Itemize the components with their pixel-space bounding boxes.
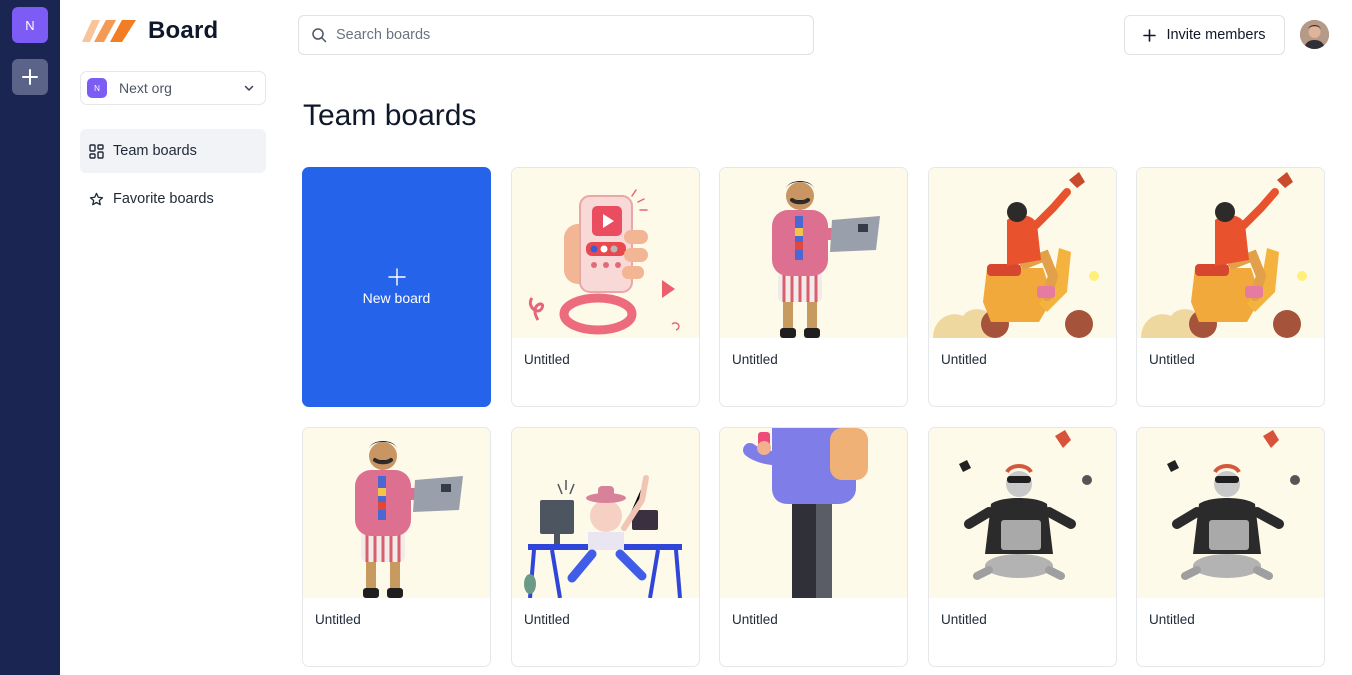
user-avatar-image bbox=[1300, 20, 1329, 49]
logo-text: Board bbox=[148, 17, 219, 44]
board-title: Untitled bbox=[315, 612, 361, 627]
board-title: Untitled bbox=[524, 612, 570, 627]
board-card[interactable]: Untitled bbox=[511, 167, 700, 407]
robot-laptop-illustration bbox=[959, 430, 1092, 580]
board-card[interactable]: Untitled bbox=[511, 427, 700, 667]
nav-item-label: Team boards bbox=[113, 143, 197, 159]
person-phone-illustration bbox=[743, 428, 868, 598]
board-title: Untitled bbox=[941, 612, 987, 627]
invite-members-button[interactable]: Invite members bbox=[1124, 15, 1285, 55]
logo[interactable]: Board bbox=[80, 17, 218, 45]
layout-grid-icon bbox=[89, 143, 104, 159]
board-title: Untitled bbox=[1149, 352, 1195, 367]
hand-phone-illustration bbox=[528, 189, 680, 335]
org-initial: N bbox=[25, 17, 35, 33]
search-bar[interactable] bbox=[298, 15, 814, 55]
board-title: Untitled bbox=[732, 612, 778, 627]
logo-icon bbox=[82, 20, 136, 42]
plus-icon bbox=[22, 69, 38, 85]
search-input[interactable] bbox=[336, 27, 776, 43]
board-card[interactable]: Untitled bbox=[1136, 167, 1325, 407]
org-avatar: N bbox=[87, 78, 107, 98]
board-title: Untitled bbox=[1149, 612, 1195, 627]
board-thumbnail bbox=[512, 428, 699, 598]
board-card[interactable]: Untitled bbox=[928, 167, 1117, 407]
org-switcher[interactable]: N Next org bbox=[80, 71, 266, 105]
invite-members-label: Invite members bbox=[1166, 27, 1266, 43]
star-icon bbox=[89, 192, 104, 205]
nav-item-label: Favorite boards bbox=[113, 191, 214, 207]
board-thumbnail bbox=[1137, 168, 1324, 338]
board-title: Untitled bbox=[732, 352, 778, 367]
page-title: Team boards bbox=[303, 99, 477, 132]
board-title: Untitled bbox=[941, 352, 987, 367]
board-thumbnail bbox=[720, 168, 907, 338]
org-name: Next org bbox=[119, 80, 172, 96]
board-card[interactable]: Untitled bbox=[928, 427, 1117, 667]
man-laptop-illustration bbox=[355, 441, 463, 598]
app-root: N Board N Next org Team boards Favorite … bbox=[0, 0, 1352, 675]
nav-item-favorite-boards[interactable]: Favorite boards bbox=[80, 177, 266, 221]
chevron-down-icon bbox=[244, 85, 254, 91]
board-card[interactable]: Untitled bbox=[302, 427, 491, 667]
scooter-illustration bbox=[933, 172, 1099, 338]
plus-icon bbox=[1143, 28, 1157, 42]
scooter-illustration bbox=[1141, 172, 1307, 338]
board-thumbnail bbox=[512, 168, 699, 338]
board-thumbnail bbox=[720, 428, 907, 598]
nav-item-team-boards[interactable]: Team boards bbox=[80, 129, 266, 173]
board-thumbnail bbox=[929, 428, 1116, 598]
board-card[interactable]: Untitled bbox=[719, 167, 908, 407]
board-card[interactable]: Untitled bbox=[1136, 427, 1325, 667]
sidebar: Board N Next org Team boards Favorite bo… bbox=[60, 0, 282, 675]
search-icon bbox=[312, 28, 327, 43]
desk-illustration bbox=[524, 475, 682, 598]
board-thumbnail bbox=[1137, 428, 1324, 598]
board-title: Untitled bbox=[524, 352, 570, 367]
robot-laptop-illustration bbox=[1167, 430, 1300, 580]
plus-icon bbox=[387, 268, 406, 286]
board-card[interactable]: Untitled bbox=[719, 427, 908, 667]
board-thumbnail bbox=[303, 428, 490, 598]
add-org-button[interactable] bbox=[12, 59, 48, 95]
board-thumbnail bbox=[929, 168, 1116, 338]
new-board-label: New board bbox=[362, 290, 431, 306]
org-button[interactable]: N bbox=[12, 7, 48, 43]
man-laptop-illustration bbox=[772, 181, 880, 338]
org-rail: N bbox=[0, 0, 60, 675]
user-avatar[interactable] bbox=[1300, 20, 1329, 49]
new-board-button[interactable]: New board bbox=[302, 167, 491, 407]
